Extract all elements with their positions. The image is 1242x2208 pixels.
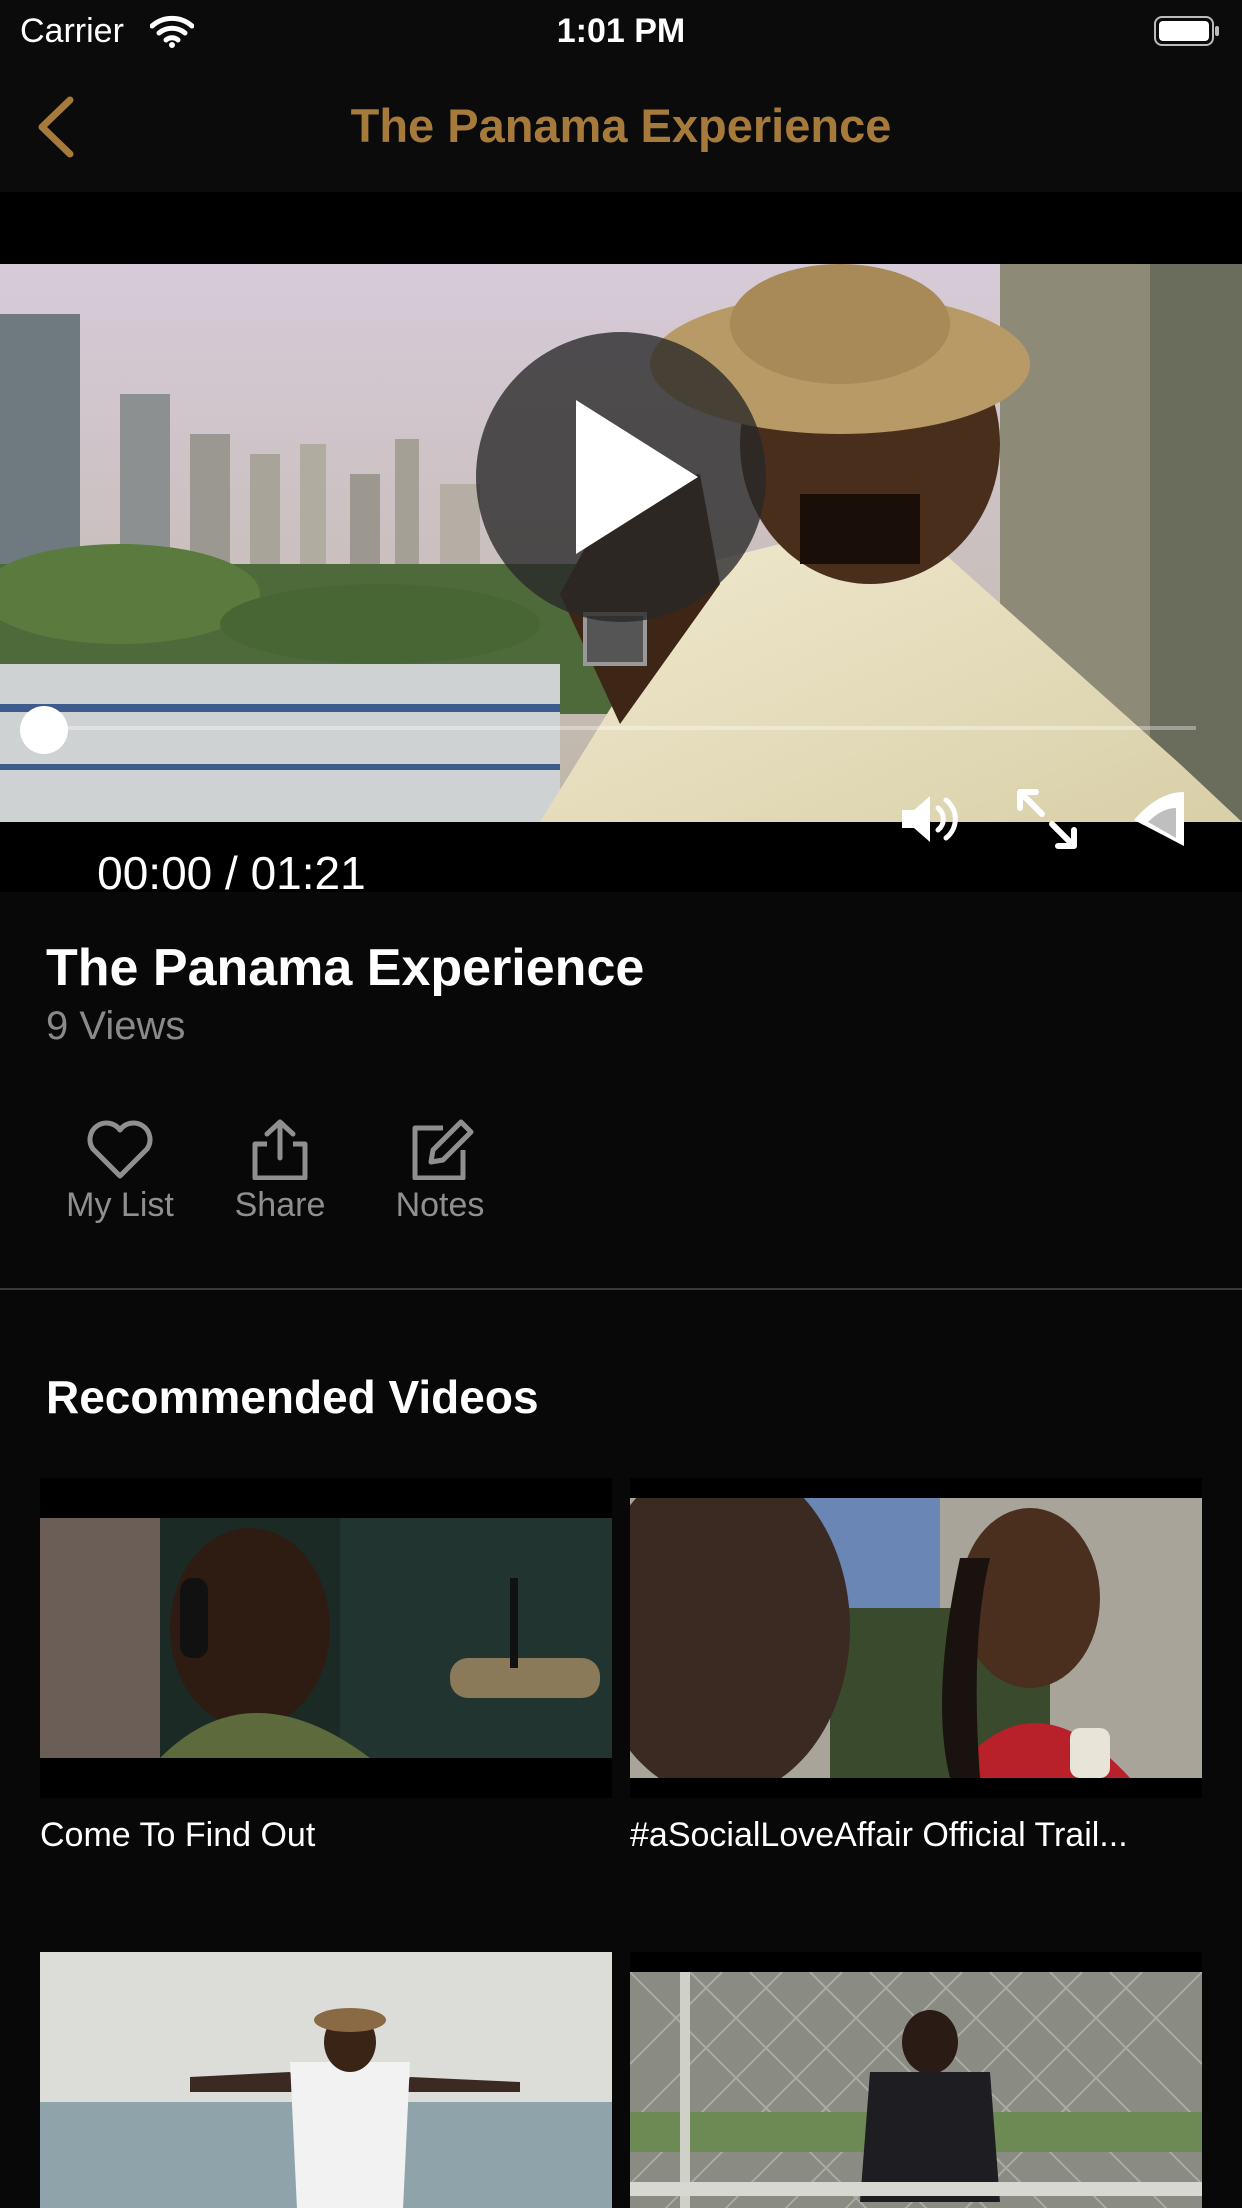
progress-track[interactable] (44, 726, 1196, 730)
duration: 01:21 (250, 847, 366, 899)
video-card-title: #aSocialLoveAffair Official Trail... (630, 1816, 1128, 1854)
notes-label: Notes (395, 1186, 485, 1224)
video-card[interactable]: Come To Find Out (40, 1478, 612, 1855)
recommended-heading: Recommended Videos (46, 1371, 539, 1423)
scrubber-handle[interactable] (20, 706, 68, 754)
current-time: 00:00 (97, 847, 213, 899)
notes-button[interactable]: Notes (370, 1118, 510, 1228)
time-display: 00:00 / 01:21 (46, 792, 366, 954)
edit-icon (412, 1119, 474, 1180)
battery-icon (1154, 16, 1219, 46)
video-thumbnail[interactable] (630, 1952, 1202, 2208)
share-label: Share (234, 1186, 326, 1224)
play-icon (576, 400, 698, 554)
time-separator: / (212, 847, 251, 899)
video-player[interactable]: 00:00 / 01:21 (0, 192, 1242, 899)
view-count: 9 Views (46, 1004, 186, 1048)
status-bar: Carrier 1:01 PM (0, 0, 1242, 62)
status-time: 1:01 PM (556, 12, 686, 50)
video-card[interactable] (630, 1952, 1202, 2208)
heart-icon (87, 1120, 153, 1179)
play-button[interactable] (476, 332, 766, 622)
divider (0, 1288, 1242, 1290)
my-list-button[interactable]: My List (50, 1118, 190, 1228)
share-button[interactable]: Share (210, 1118, 350, 1228)
fullscreen-icon[interactable] (1014, 786, 1080, 852)
video-card[interactable]: #aSocialLoveAffair Official Trail... (630, 1478, 1202, 1855)
share-icon (252, 1119, 308, 1180)
navigation-bar: The Panama Experience (0, 62, 1242, 192)
video-title: The Panama Experience (46, 939, 645, 997)
airplay-icon[interactable] (1128, 786, 1194, 852)
video-thumbnail[interactable] (630, 1478, 1202, 1798)
video-thumbnail[interactable] (40, 1952, 612, 2208)
video-thumbnail[interactable] (40, 1478, 612, 1798)
volume-icon[interactable] (896, 786, 962, 852)
video-card[interactable] (40, 1952, 612, 2208)
nav-title: The Panama Experience (350, 99, 892, 152)
video-card-title: Come To Find Out (40, 1816, 316, 1854)
my-list-label: My List (66, 1186, 174, 1224)
